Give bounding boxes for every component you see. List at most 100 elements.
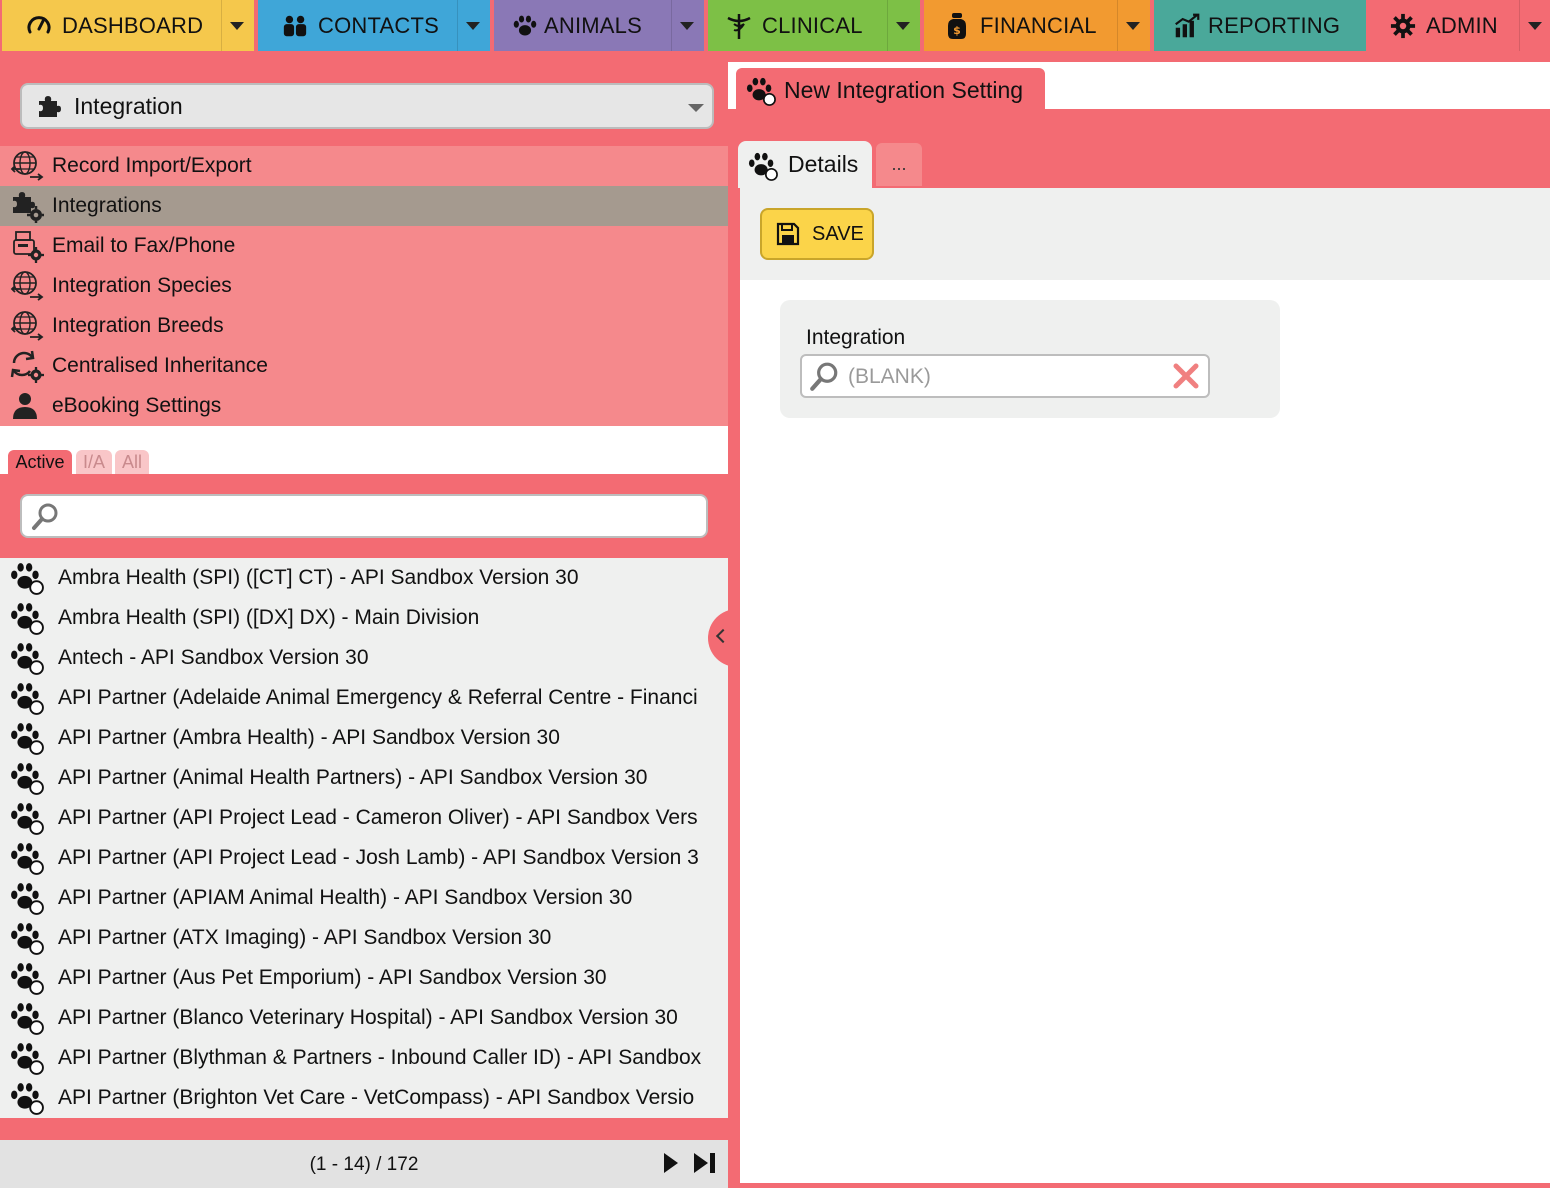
tab-title: New Integration Setting <box>784 76 1024 103</box>
list-item[interactable]: API Partner (APIAM Animal Health) - API … <box>0 878 728 918</box>
menu-item-ebooking-settings[interactable]: eBooking Settings <box>0 386 728 426</box>
gauge-icon <box>26 13 52 39</box>
list-item[interactable]: Ambra Health (SPI) ([DX] DX) - Main Divi… <box>0 598 728 638</box>
module-select[interactable]: Integration <box>20 83 714 129</box>
globe-arrows-icon <box>10 149 44 183</box>
list-item[interactable]: Ambra Health (SPI) ([CT] CT) - API Sandb… <box>0 558 728 598</box>
tab-new-integration-setting[interactable]: New Integration Setting <box>736 68 1045 112</box>
nav-tab-label: CONTACTS <box>318 12 439 38</box>
menu-item-label: Integrations <box>52 194 162 217</box>
tab-more[interactable]: ... <box>874 141 924 188</box>
menu-item-label: eBooking Settings <box>52 394 222 417</box>
tab-label: Details <box>788 151 859 177</box>
menu-item-integration-species[interactable]: Integration Species <box>0 266 728 306</box>
nav-tab-financial[interactable]: $ FINANCIAL <box>924 0 1150 51</box>
nav-tab-label: DASHBOARD <box>62 12 204 38</box>
module-select-value: Integration <box>74 92 183 119</box>
last-page-icon[interactable] <box>694 1153 716 1173</box>
search-bar <box>0 474 728 558</box>
paw-icon <box>10 601 44 635</box>
next-page-icon[interactable] <box>664 1153 678 1173</box>
puzzle-gear-icon <box>10 189 44 223</box>
paw-icon <box>512 13 538 39</box>
clear-icon[interactable] <box>1172 362 1200 390</box>
nav-tab-label: FINANCIAL <box>980 12 1097 38</box>
list-item[interactable]: API Partner (Aus Pet Emporium) - API San… <box>0 958 728 998</box>
nav-tab-admin[interactable]: ADMIN <box>1370 0 1550 51</box>
list-item-label: API Partner (Adelaide Animal Emergency &… <box>58 686 698 709</box>
user-icon <box>10 389 44 423</box>
integration-label: Integration <box>806 326 906 349</box>
chevron-down-icon[interactable] <box>466 22 480 30</box>
tab-details[interactable]: Details <box>738 141 872 188</box>
list-item[interactable]: API Partner (Brighton Vet Care - VetComp… <box>0 1078 728 1118</box>
paw-icon <box>10 721 44 755</box>
menu-item-label: Centralised Inheritance <box>52 354 268 377</box>
list-item[interactable]: API Partner (Blanco Veterinary Hospital)… <box>0 998 728 1038</box>
menu-item-email-to-fax[interactable]: Email to Fax/Phone <box>0 226 728 266</box>
list-item[interactable]: API Partner (Animal Health Partners) - A… <box>0 758 728 798</box>
list-item-label: API Partner (Brighton Vet Care - VetComp… <box>58 1086 695 1109</box>
integration-input[interactable] <box>848 363 1158 391</box>
nav-tab-dashboard[interactable]: DASHBOARD <box>2 0 254 51</box>
admin-menu: Record Import/Export Integrations Email … <box>0 146 728 426</box>
globe-arrows-icon <box>10 309 44 343</box>
list-item[interactable]: API Partner (API Project Lead - Cameron … <box>0 798 728 838</box>
chevron-down-icon[interactable] <box>896 22 910 30</box>
chevron-down-icon[interactable] <box>680 22 694 30</box>
menu-item-label: Integration Species <box>52 274 232 297</box>
menu-item-centralised-inheritance[interactable]: Centralised Inheritance <box>0 346 728 386</box>
chart-icon <box>1174 13 1200 39</box>
money-bag-icon: $ <box>944 12 970 39</box>
list-item-label: API Partner (Animal Health Partners) - A… <box>58 766 648 789</box>
search-icon <box>808 361 840 398</box>
list-item[interactable]: API Partner (Adelaide Animal Emergency &… <box>0 678 728 718</box>
left-panel: Integration Record Import/Export Integra… <box>0 55 728 1188</box>
details-content: SAVE Integration <box>740 188 1550 1183</box>
list-item-label: API Partner (Aus Pet Emporium) - API San… <box>58 966 607 989</box>
paw-icon <box>10 561 44 595</box>
chevron-down-icon[interactable] <box>1528 22 1542 30</box>
floppy-disk-icon <box>776 222 800 246</box>
list-item-label: API Partner (Blythman & Partners - Inbou… <box>58 1046 702 1069</box>
menu-item-integration-breeds[interactable]: Integration Breeds <box>0 306 728 346</box>
list-item-label: API Partner (Blanco Veterinary Hospital)… <box>58 1006 678 1029</box>
integration-lookup <box>800 354 1210 398</box>
record-list: Ambra Health (SPI) ([CT] CT) - API Sandb… <box>0 558 728 1118</box>
paw-icon <box>10 801 44 835</box>
list-item[interactable]: API Partner (ATX Imaging) - API Sandbox … <box>0 918 728 958</box>
list-item-label: API Partner (Ambra Health) - API Sandbox… <box>58 726 560 749</box>
refresh-gear-icon <box>10 349 44 383</box>
search-box <box>20 494 708 538</box>
list-item[interactable]: API Partner (Blythman & Partners - Inbou… <box>0 1038 728 1078</box>
menu-item-integrations[interactable]: Integrations <box>0 186 728 226</box>
nav-tab-reporting[interactable]: REPORTING <box>1154 0 1366 51</box>
filter-tab-inactive[interactable]: I/A <box>76 450 112 474</box>
nav-tab-contacts[interactable]: CONTACTS <box>258 0 490 51</box>
filter-tab-all[interactable]: All <box>115 450 149 474</box>
menu-item-record-import-export[interactable]: Record Import/Export <box>0 146 728 186</box>
chevron-down-icon[interactable] <box>1126 22 1140 30</box>
list-item[interactable]: API Partner (API Project Lead - Josh Lam… <box>0 838 728 878</box>
search-input[interactable] <box>66 502 696 530</box>
list-item[interactable]: Antech - API Sandbox Version 30 <box>0 638 728 678</box>
nav-tab-animals[interactable]: ANIMALS <box>494 0 704 51</box>
divider <box>1519 0 1520 51</box>
paw-icon <box>10 841 44 875</box>
list-item-label: API Partner (API Project Lead - Cameron … <box>58 806 698 829</box>
paw-icon <box>10 1001 44 1035</box>
save-button[interactable]: SAVE <box>760 208 874 260</box>
people-icon <box>282 13 308 39</box>
svg-text:$: $ <box>953 24 961 37</box>
filter-tab-active[interactable]: Active <box>8 450 72 474</box>
nav-tab-clinical[interactable]: CLINICAL <box>708 0 920 51</box>
list-item-label: Ambra Health (SPI) ([DX] DX) - Main Divi… <box>58 606 480 629</box>
divider <box>457 0 458 51</box>
save-label: SAVE <box>812 222 864 245</box>
list-item[interactable]: API Partner (Ambra Health) - API Sandbox… <box>0 718 728 758</box>
chevron-down-icon[interactable] <box>230 22 244 30</box>
paw-icon <box>10 921 44 955</box>
nav-tab-label: CLINICAL <box>762 12 863 38</box>
pager: (1 - 14) / 172 <box>0 1140 728 1188</box>
toolbar: SAVE <box>740 188 1550 280</box>
